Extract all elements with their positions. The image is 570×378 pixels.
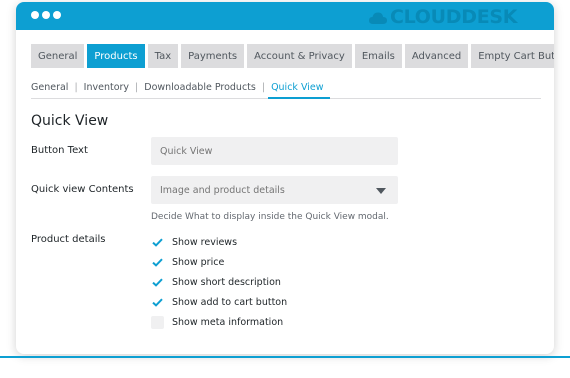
tab-products[interactable]: Products (87, 44, 145, 68)
subnav-separator: | (261, 82, 266, 93)
checkmark-icon[interactable] (151, 256, 164, 269)
quick-view-contents-select[interactable]: Image and product details (151, 176, 398, 204)
option-label: Show price (172, 256, 225, 268)
option-label: Show short description (172, 276, 281, 288)
tab-emails[interactable]: Emails (354, 44, 402, 68)
option-label: Show reviews (172, 236, 238, 248)
chevron-down-icon (376, 188, 386, 194)
tab-payments[interactable]: Payments (181, 44, 245, 68)
window-dot-3[interactable] (53, 11, 61, 19)
window-dot-2[interactable] (42, 11, 50, 19)
cloud-icon (368, 9, 388, 25)
settings-tabs: General Products Tax Payments Account & … (31, 44, 554, 68)
option-label: Show meta information (172, 316, 284, 328)
product-details-label: Product details (31, 234, 106, 245)
subnav-general[interactable]: General (31, 82, 68, 93)
section-subnav: General | Inventory | Downloadable Produ… (31, 82, 541, 99)
tab-general[interactable]: General (31, 44, 85, 68)
watermark-logo: CLOUDDESK (368, 5, 517, 29)
subnav-downloadable-products[interactable]: Downloadable Products (144, 82, 256, 93)
option-show-reviews[interactable]: Show reviews (151, 235, 237, 249)
checkmark-icon[interactable] (151, 236, 164, 249)
tab-tax[interactable]: Tax (147, 44, 179, 68)
button-text-input[interactable]: Quick View (151, 137, 398, 165)
settings-window: General Products Tax Payments Account & … (16, 2, 554, 354)
tab-empty-cart-button[interactable]: Empty Cart Button (471, 44, 554, 68)
option-show-meta-information[interactable]: Show meta information (151, 315, 283, 329)
select-value: Image and product details (160, 184, 285, 196)
checkmark-icon[interactable] (151, 296, 164, 309)
option-show-add-to-cart-button[interactable]: Show add to cart button (151, 295, 287, 309)
tab-account-privacy[interactable]: Account & Privacy (247, 44, 352, 68)
watermark-text: CLOUDDESK (390, 6, 518, 28)
checkmark-icon[interactable] (151, 276, 164, 289)
unchecked-checkbox[interactable] (151, 315, 164, 329)
option-show-short-description[interactable]: Show short description (151, 275, 281, 289)
subnav-quick-view[interactable]: Quick View (268, 82, 330, 99)
option-show-price[interactable]: Show price (151, 255, 224, 269)
button-text-label: Button Text (31, 145, 88, 156)
subnav-inventory[interactable]: Inventory (84, 82, 129, 93)
quick-view-contents-help: Decide What to display inside the Quick … (151, 212, 389, 222)
subnav-separator: | (74, 82, 78, 93)
section-title: Quick View (31, 113, 109, 129)
option-label: Show add to cart button (172, 296, 288, 308)
subnav-separator: | (135, 82, 139, 93)
bottom-divider (0, 356, 570, 358)
quick-view-contents-label: Quick view Contents (31, 184, 134, 195)
tab-advanced[interactable]: Advanced (404, 44, 469, 68)
window-dot-1[interactable] (31, 11, 39, 19)
